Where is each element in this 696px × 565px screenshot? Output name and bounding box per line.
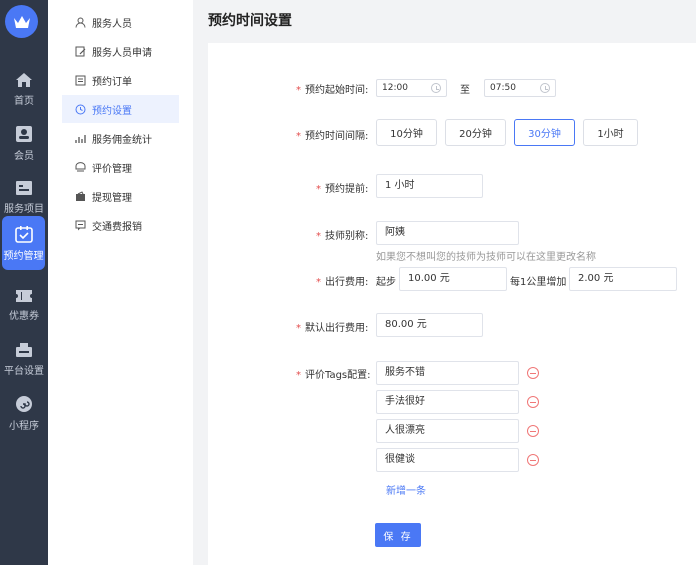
page-title: 预约时间设置 [208,13,292,29]
rail-item-coupon[interactable]: 优惠券 [0,278,48,332]
alias-input[interactable]: 阿姨 [376,221,519,245]
subnav-item-booking-settings[interactable]: 预约设置 [62,95,179,123]
tag-input[interactable]: 人很漂亮 [376,419,519,443]
start-time-label: * 预约起始时间: [296,85,369,96]
sub-sidebar: 服务人员 服务人员申请 预约订单 预约设置 服务佣金统计 评价管理 提现管理 交… [48,0,193,565]
subnav-item-reviews[interactable]: 评价管理 [62,153,227,181]
clock-icon [540,83,550,93]
interval-label: * 预约时间间隔: [296,131,369,142]
rail-label: 首页 [14,95,34,107]
platform-icon [16,342,32,357]
start-time-to-input[interactable]: 07:50 [484,79,556,97]
rail-label: 会员 [14,150,34,162]
subnav-label: 服务人员申请 [92,47,152,59]
start-time-from-input[interactable]: 12:00 [376,79,447,97]
advance-label: * 预约提前: [316,184,369,195]
subnav-item-orders[interactable]: 预约订单 [62,66,227,94]
interval-option-1hour[interactable]: 1小时 [583,119,638,146]
list-doc-icon [16,180,32,195]
remove-tag-icon[interactable] [527,367,539,379]
fee-label: * 出行费用: [316,277,369,288]
add-tag-link[interactable]: 新增一条 [386,482,426,497]
review-icon [74,161,86,173]
main-rail: 首页 会员 服务项目 预约管理 优惠券 平台设置 小程序 [0,0,48,565]
calendar-check-icon [14,225,33,243]
fee-start-input[interactable]: 10.00 元 [399,267,507,291]
subnav-label: 提现管理 [92,192,132,204]
rail-item-member[interactable]: 会员 [0,116,48,170]
subnav-item-staff[interactable]: 服务人员 [62,8,227,36]
interval-option-20min[interactable]: 20分钟 [445,119,506,146]
interval-option-10min[interactable]: 10分钟 [376,119,437,146]
interval-option-30min[interactable]: 30分钟 [514,119,575,146]
save-button[interactable]: 保 存 [375,523,421,547]
rail-item-home[interactable]: 首页 [0,62,48,116]
tags-label: * 评价Tags配置: [296,370,371,381]
subnav-label: 预约设置 [92,105,132,117]
rail-item-booking[interactable]: 预约管理 [2,216,45,270]
subnav-label: 服务佣金统计 [92,134,152,146]
subnav-label: 服务人员 [92,18,132,30]
fee-start-label: 起步 [376,277,396,288]
ticket-icon [16,289,32,302]
remove-tag-icon[interactable] [527,454,539,466]
clock-icon [431,83,441,93]
receipt-icon [74,219,86,231]
time-range-separator: 至 [460,85,470,96]
rail-label: 平台设置 [4,365,44,377]
subnav-label: 预约订单 [92,76,132,88]
crown-icon [13,15,30,28]
app-logo[interactable] [5,5,38,38]
tag-input[interactable]: 服务不错 [376,361,519,385]
tag-input[interactable]: 很健谈 [376,448,519,472]
subnav-item-commission[interactable]: 服务佣金统计 [62,124,227,152]
tag-input[interactable]: 手法很好 [376,390,519,414]
alias-hint: 如果您不想叫您的技师为技师可以在这里更改名称 [376,252,596,263]
miniapp-icon [16,395,32,412]
edit-doc-icon [74,45,86,57]
subnav-item-withdraw[interactable]: 提现管理 [62,182,227,210]
wallet-icon [74,190,86,202]
home-icon [16,72,32,87]
rail-label: 服务项目 [4,203,44,215]
user-icon [74,16,86,28]
rail-label: 优惠券 [9,310,39,322]
default-fee-input[interactable]: 80.00 元 [376,313,483,337]
member-card-icon [16,125,32,142]
rail-item-miniapp[interactable]: 小程序 [0,386,48,440]
chart-icon [74,132,86,144]
subnav-item-transport[interactable]: 交通费报销 [62,211,227,239]
default-fee-label: * 默认出行费用: [296,323,369,334]
alias-label: * 技师别称: [316,231,369,242]
subnav-label: 评价管理 [92,163,132,175]
fee-per-km-input[interactable]: 2.00 元 [569,267,677,291]
subnav-item-staff-apply[interactable]: 服务人员申请 [62,37,227,65]
fee-per-km-label: 每1公里增加 [510,277,567,288]
rail-label: 小程序 [9,420,39,432]
remove-tag-icon[interactable] [527,396,539,408]
rail-label: 预约管理 [3,250,44,262]
remove-tag-icon[interactable] [527,425,539,437]
rail-item-platform[interactable]: 平台设置 [0,332,48,386]
order-list-icon [74,74,86,86]
advance-input[interactable]: 1 小时 [376,174,483,198]
clock-settings-icon [74,103,86,115]
subnav-label: 交通费报销 [92,221,142,233]
